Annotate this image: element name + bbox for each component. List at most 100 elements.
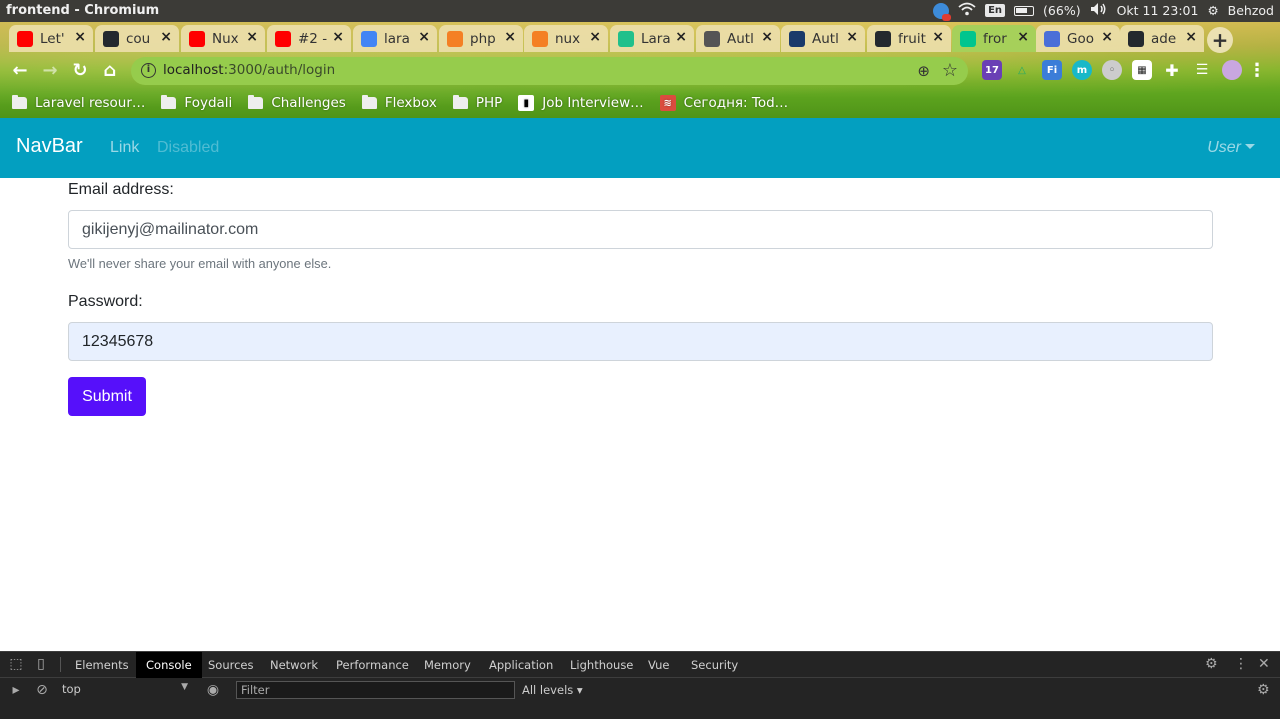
bookmark-item[interactable]: Challenges [248,95,346,111]
close-icon[interactable]: × [1101,29,1113,45]
caret-down-icon: ▼ [181,682,188,692]
close-icon[interactable]: × [332,29,344,45]
browser-tab[interactable]: #2 - × [267,25,351,52]
close-icon[interactable]: × [74,29,86,45]
eye-icon[interactable]: ◉ [205,682,221,698]
address-bar[interactable]: i localhost:3000/auth/login ⊕ ☆ [131,57,968,85]
browser-tab[interactable]: nux × [524,25,608,52]
tab-label: php [470,30,496,47]
zoom-icon[interactable]: ⊕ [917,62,930,80]
devtools-tab-security[interactable]: Security [681,652,748,678]
user-dropdown[interactable]: User [1207,139,1255,157]
context-select[interactable]: top ▼ [62,682,192,698]
tab-label: Let' [40,30,65,47]
forward-icon[interactable]: → [39,60,61,82]
browser-tab[interactable]: Lara × [610,25,694,52]
close-icon[interactable]: × [1185,29,1197,45]
keyboard-layout-indicator[interactable]: En [985,4,1006,17]
clock[interactable]: Okt 11 23:01 [1117,3,1199,18]
devtools-menu-icon[interactable]: ⋮ [1234,656,1248,672]
wifi-icon[interactable] [958,2,976,19]
browser-tab[interactable]: Let' × [9,25,93,52]
extensions-puzzle-icon[interactable]: ✚ [1162,60,1182,80]
browser-tab[interactable]: Goo × [1036,25,1120,52]
browser-menu-icon[interactable]: ⋮ [1248,60,1266,81]
close-icon[interactable]: × [418,29,430,45]
extension-badge-icon[interactable]: 17 [982,60,1002,80]
devtools-settings-icon[interactable]: ⚙ [1205,656,1218,672]
devtools-tab-application[interactable]: Application [479,652,563,678]
profile-avatar[interactable] [1222,60,1242,80]
devtools-tab-network[interactable]: Network [260,652,328,678]
notification-icon[interactable] [933,2,952,21]
user-name[interactable]: Behzod [1228,3,1274,18]
bookmark-star-icon[interactable]: ☆ [942,60,958,81]
extension-fi-icon[interactable]: Fi [1042,60,1062,80]
browser-tab[interactable]: ade × [1120,25,1204,52]
home-icon[interactable]: ⌂ [99,60,121,82]
url-text[interactable]: localhost:3000/auth/login [163,62,335,78]
console-settings-icon[interactable]: ⚙ [1257,682,1270,698]
close-icon[interactable]: × [589,29,601,45]
app-navbar: NavBar Link Disabled User [0,118,1280,178]
bookmark-item[interactable]: Flexbox [361,95,437,111]
devtools-tab-lighthouse[interactable]: Lighthouse [560,652,643,678]
site-info-icon[interactable]: i [141,63,156,78]
gear-icon[interactable]: ⚙ [1207,3,1218,18]
email-field[interactable]: gikijenyj@mailinator.com [68,210,1213,249]
close-icon[interactable]: × [504,29,516,45]
navbar-brand[interactable]: NavBar [16,135,83,158]
bookmark-item[interactable]: PHP [452,95,502,111]
close-icon[interactable]: × [246,29,258,45]
tab-label: lara [384,30,410,47]
devtools-tab-vue[interactable]: Vue [638,652,679,678]
close-icon[interactable]: × [1017,29,1029,45]
close-icon[interactable]: × [160,29,172,45]
browser-tab[interactable]: fruit × [867,25,951,52]
log-levels-dropdown[interactable]: All levels ▾ [522,683,583,697]
browser-tab[interactable]: cou × [95,25,179,52]
battery-icon[interactable] [1014,5,1035,16]
password-field[interactable]: 12345678 [68,322,1213,361]
bookmark-item[interactable]: ▮ Job Interview… [518,95,644,111]
bookmark-item[interactable]: ≋ Сегодня: Tod… [659,95,788,111]
filter-input[interactable]: Filter [236,681,515,699]
devtools-tab-performance[interactable]: Performance [326,652,419,678]
qr-code-icon[interactable]: ▦ [1132,60,1152,80]
browser-tab[interactable]: Autl × [696,25,780,52]
back-icon[interactable]: ← [9,60,31,82]
close-icon[interactable]: × [675,29,687,45]
reload-icon[interactable]: ↻ [69,60,91,82]
sidebar-toggle-icon[interactable]: ▸ [8,682,24,698]
nuxt-devtools-icon[interactable]: △ [1012,60,1032,80]
browser-tab[interactable]: Autl × [781,25,865,52]
browser-chrome: Let' × cou × Nux × #2 - × lara × php × nux × Lara × Autl… [0,22,1280,118]
reading-list-icon[interactable]: ☰ [1192,60,1212,80]
browser-tab[interactable]: Nux × [181,25,265,52]
nav-link[interactable]: Link [110,139,139,157]
browser-tab[interactable]: fror × [952,25,1036,52]
bookmark-label: Laravel resour… [35,95,146,111]
devtools-tab-console[interactable]: Console [136,652,202,678]
devtools-tab-memory[interactable]: Memory [414,652,481,678]
clear-console-icon[interactable]: ⊘ [34,682,50,698]
bookmark-item[interactable]: Foydali [161,95,232,111]
extension-circle-icon[interactable]: ◦ [1102,60,1122,80]
devtools-close-icon[interactable]: ✕ [1258,656,1270,672]
new-tab-button[interactable]: + [1207,27,1233,53]
avatar-icon [704,30,720,47]
browser-tab[interactable]: php × [439,25,523,52]
bookmark-item[interactable]: Laravel resour… [12,95,145,111]
close-icon[interactable]: × [846,29,858,45]
inspect-element-icon[interactable]: ⬚ [8,656,24,672]
system-tray: En (66%) Okt 11 23:01 ⚙ Behzod [933,2,1274,21]
device-toolbar-icon[interactable]: ▯ [33,656,49,672]
browser-tab[interactable]: lara × [353,25,437,52]
devtools-tab-elements[interactable]: Elements [65,652,139,678]
extension-m-icon[interactable]: m [1072,60,1092,80]
submit-button[interactable]: Submit [68,377,146,416]
close-icon[interactable]: × [761,29,773,45]
volume-icon[interactable] [1090,2,1108,19]
close-icon[interactable]: × [932,29,944,45]
devtools-tab-sources[interactable]: Sources [198,652,264,678]
